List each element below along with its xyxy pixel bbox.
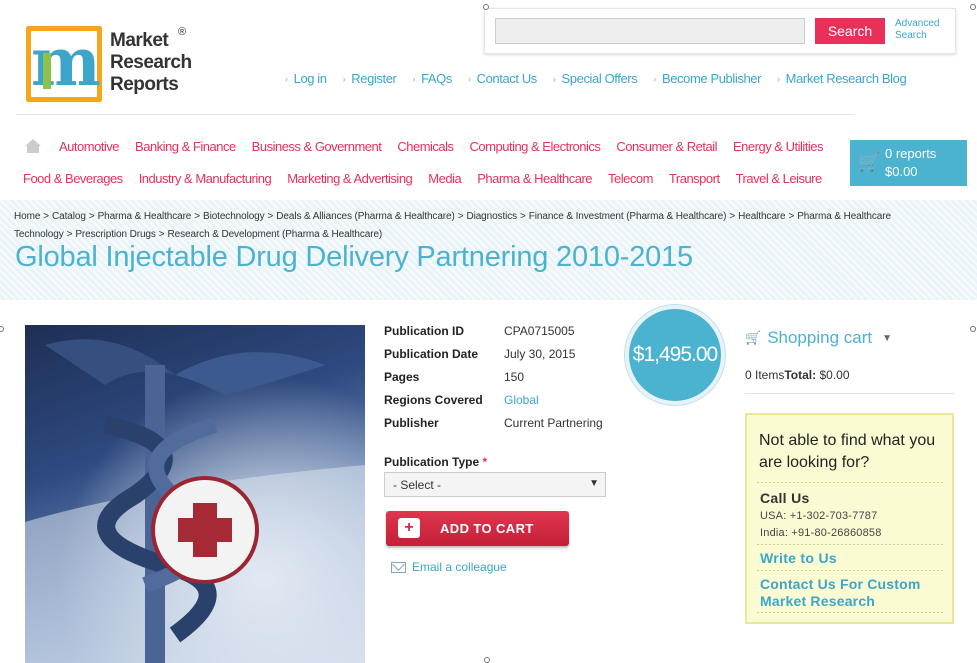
cart-icon: 🛒 xyxy=(745,330,762,345)
breadcrumb: Home > Catalog > Pharma & Healthcare > Biotech… xyxy=(14,211,891,240)
faqs-link[interactable]: › FAQs xyxy=(412,71,452,86)
category-food[interactable]: Food & Beverages xyxy=(23,171,123,186)
cart-icon: 🛒 xyxy=(858,152,881,172)
category-automotive[interactable]: Automotive xyxy=(59,139,120,154)
category-nav-row1: Automotive Banking & Finance Business & … xyxy=(59,139,823,154)
header-divider xyxy=(16,114,854,115)
chevron-down-icon: ▼ xyxy=(882,332,892,344)
breadcrumb-item[interactable]: Biotechnology xyxy=(203,211,265,222)
phone-india: India: +91-80-26860858 xyxy=(760,527,882,539)
detail-label: Regions Covered xyxy=(384,393,483,407)
help-box: Not able to find what you are looking fo… xyxy=(745,413,954,624)
site-logo[interactable]: m Market Research Reports ® xyxy=(26,23,196,106)
publication-type-select[interactable]: - Select - ▼ xyxy=(384,472,606,497)
blog-link[interactable]: › Market Research Blog xyxy=(777,71,907,86)
category-media[interactable]: Media xyxy=(428,171,461,186)
detail-label: Pages xyxy=(384,370,420,384)
registered-mark: ® xyxy=(178,26,187,38)
breadcrumb-item[interactable]: Prescription Drugs xyxy=(75,229,156,240)
breadcrumb-item[interactable]: Healthcare xyxy=(738,211,785,222)
page-title: Global Injectable Drug Delivery Partneri… xyxy=(15,241,693,273)
category-industry[interactable]: Industry & Manufacturing xyxy=(139,171,272,186)
special-offers-link[interactable]: › Special Offers xyxy=(552,71,638,86)
contact-us-link[interactable]: › Contact Us xyxy=(468,71,537,86)
publication-date: July 30, 2015 xyxy=(504,347,576,361)
category-consumer[interactable]: Consumer & Retail xyxy=(616,139,717,154)
dropdown-caret-icon: ▼ xyxy=(589,478,599,489)
category-banking[interactable]: Banking & Finance xyxy=(135,139,236,154)
divider xyxy=(745,393,954,394)
shopping-cart-header[interactable]: 🛒 Shopping cart ▼ xyxy=(745,328,892,348)
arrow-icon: › xyxy=(342,73,346,84)
arrow-icon: › xyxy=(285,73,288,84)
region-link[interactable]: Global xyxy=(504,393,539,407)
login-link[interactable]: › Log in xyxy=(285,71,327,86)
header-cart-button[interactable]: 🛒 0 reports $0.00 xyxy=(850,140,967,186)
publication-type-label: Publication Type * xyxy=(384,455,488,469)
cart-plus-icon: + xyxy=(398,518,420,538)
category-telecom[interactable]: Telecom xyxy=(608,171,653,186)
category-pharma[interactable]: Pharma & Healthcare xyxy=(477,171,592,186)
publication-id: CPA0715005 xyxy=(504,324,575,338)
breadcrumb-item[interactable]: Home xyxy=(14,211,40,222)
arrow-icon: › xyxy=(552,73,556,84)
arrow-icon: › xyxy=(653,73,656,84)
call-us-heading: Call Us xyxy=(760,490,810,506)
email-colleague-link[interactable]: Email a colleague xyxy=(391,560,507,574)
arrow-icon: › xyxy=(412,73,416,84)
breadcrumb-item[interactable]: Diagnostics xyxy=(466,211,517,222)
breadcrumb-item[interactable]: Deals & Alliances (Pharma & Healthcare) xyxy=(276,211,455,222)
advanced-search-link[interactable]: Advanced Search xyxy=(895,18,953,42)
arrow-icon: › xyxy=(777,73,780,84)
help-title: Not able to find what you are looking fo… xyxy=(759,432,936,471)
become-publisher-link[interactable]: › Become Publisher xyxy=(653,71,761,86)
publisher-name: Current Partnering xyxy=(504,416,603,430)
top-links: › Log in › Register › FAQs › Contact Us › Spe… xyxy=(285,71,907,86)
category-transport[interactable]: Transport xyxy=(669,171,720,186)
home-icon[interactable] xyxy=(24,138,42,154)
category-energy[interactable]: Energy & Utilities xyxy=(733,139,823,154)
cart-amount: $0.00 xyxy=(885,164,918,179)
logo-letter: m xyxy=(31,23,101,101)
phone-usa: USA: +1-302-703-7787 xyxy=(760,510,878,522)
decor-dot xyxy=(970,4,976,10)
category-travel[interactable]: Travel & Leisure xyxy=(736,171,823,186)
category-nav-row2: Food & Beverages Industry & Manufacturin… xyxy=(23,171,822,186)
detail-label: Publication Date xyxy=(384,347,479,361)
category-chemicals[interactable]: Chemicals xyxy=(397,139,454,154)
cart-summary: 0 ItemsTotal: $0.00 xyxy=(745,368,850,382)
add-to-cart-button[interactable]: + ADD TO CART xyxy=(386,511,569,546)
decor-dot xyxy=(970,326,976,332)
search-button[interactable]: Search xyxy=(815,18,885,44)
arrow-icon: › xyxy=(468,73,471,84)
search-input[interactable] xyxy=(495,18,805,44)
category-business[interactable]: Business & Government xyxy=(252,139,382,154)
envelope-icon xyxy=(391,561,406,573)
decor-dot xyxy=(483,4,489,10)
register-link[interactable]: › Register xyxy=(343,71,397,86)
cart-report-count: 0 reports xyxy=(885,146,937,161)
logo-text: Market Research Reports xyxy=(110,30,192,95)
product-image xyxy=(25,325,365,663)
breadcrumb-item[interactable]: Finance & Investment (Pharma & Healthcar… xyxy=(529,211,727,222)
custom-research-link[interactable]: Contact Us For Custom Market Research xyxy=(760,576,950,610)
breadcrumb-item[interactable]: Catalog xyxy=(52,211,86,222)
decor-dot xyxy=(0,326,4,332)
page-count: 150 xyxy=(504,370,525,384)
decor-dot xyxy=(484,657,490,663)
price-badge: $1,495.00 xyxy=(625,305,725,405)
category-marketing[interactable]: Marketing & Advertising xyxy=(287,171,413,186)
detail-label: Publisher xyxy=(384,416,439,430)
detail-label: Publication ID xyxy=(384,324,465,338)
write-to-us-link[interactable]: Write to Us xyxy=(760,550,837,566)
breadcrumb-item[interactable]: Research & Development (Pharma & Healthc… xyxy=(168,229,383,240)
logo-mark: m xyxy=(26,23,102,102)
search-box: Search Advanced Search xyxy=(484,8,956,54)
category-computing[interactable]: Computing & Electronics xyxy=(470,139,601,154)
breadcrumb-item[interactable]: Pharma & Healthcare xyxy=(98,211,192,222)
